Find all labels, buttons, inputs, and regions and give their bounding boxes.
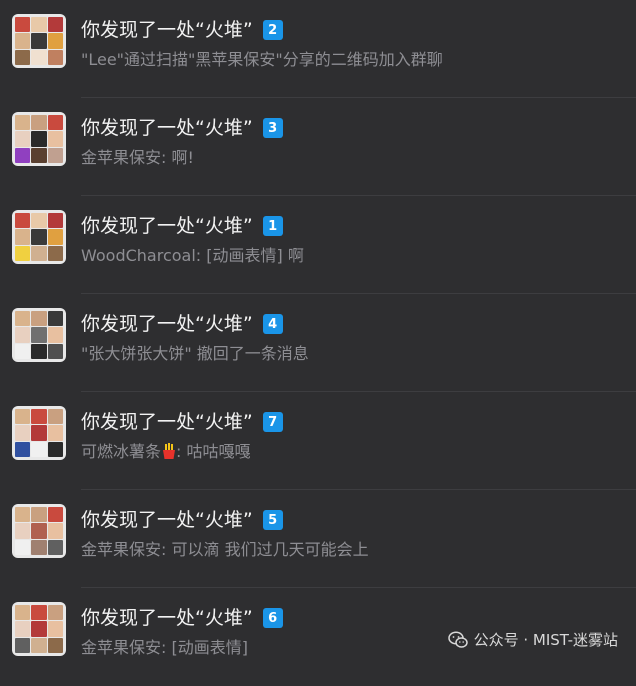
message-preview: 金苹果保安: 啊! xyxy=(81,148,194,167)
unread-badge: 7 xyxy=(262,412,283,432)
group-avatar xyxy=(12,504,66,558)
chat-title: 你发现了一处“火堆” xyxy=(81,509,253,531)
chat-title: 你发现了一处“火堆” xyxy=(81,411,253,433)
unread-badge: 2 xyxy=(262,20,283,40)
group-avatar xyxy=(12,14,66,68)
chat-item-6[interactable]: 你发现了一处“火堆” 5 金苹果保安: 可以滴 我们过几天可能会上 xyxy=(0,490,636,588)
group-avatar xyxy=(12,308,66,362)
wechat-icon xyxy=(447,630,468,648)
chat-list: 你发现了一处“火堆” 2 "Lee"通过扫描"黑苹果保安"分享的二维码加入群聊 … xyxy=(0,0,636,686)
watermark-text: 公众号 · MIST-迷雾站 xyxy=(473,631,618,649)
chat-title: 你发现了一处“火堆” xyxy=(81,607,253,629)
chat-item-3[interactable]: 你发现了一处“火堆” 1 WoodCharcoal: [动画表情] 啊 xyxy=(0,196,636,294)
sender-name: 可燃冰薯条 xyxy=(81,442,162,461)
chat-item-5[interactable]: 你发现了一处“火堆” 7 可燃冰薯条 : 咕咕嘎嘎 xyxy=(0,392,636,490)
group-avatar xyxy=(12,112,66,166)
group-avatar xyxy=(12,602,66,656)
chat-item-4[interactable]: 你发现了一处“火堆” 4 "张大饼张大饼" 撤回了一条消息 xyxy=(0,294,636,392)
chat-item-1[interactable]: 你发现了一处“火堆” 2 "Lee"通过扫描"黑苹果保安"分享的二维码加入群聊 xyxy=(0,0,636,98)
unread-badge: 1 xyxy=(262,216,283,236)
unread-badge: 5 xyxy=(262,510,283,530)
group-avatar xyxy=(12,210,66,264)
message-preview: "张大饼张大饼" 撤回了一条消息 xyxy=(81,344,309,363)
group-avatar xyxy=(12,406,66,460)
fries-emoji xyxy=(163,443,176,459)
message-preview: "Lee"通过扫描"黑苹果保安"分享的二维码加入群聊 xyxy=(81,50,443,69)
message-text: : 咕咕嘎嘎 xyxy=(176,442,251,461)
chat-title: 你发现了一处“火堆” xyxy=(81,19,253,41)
unread-badge: 6 xyxy=(262,608,283,628)
message-preview: 金苹果保安: 可以滴 我们过几天可能会上 xyxy=(81,540,369,559)
unread-badge: 3 xyxy=(262,118,283,138)
chat-title: 你发现了一处“火堆” xyxy=(81,117,253,139)
chat-title: 你发现了一处“火堆” xyxy=(81,313,253,335)
message-preview: 金苹果保安: [动画表情] xyxy=(81,638,248,657)
watermark: 公众号 · MIST-迷雾站 xyxy=(447,629,618,650)
message-preview: WoodCharcoal: [动画表情] 啊 xyxy=(81,246,304,265)
message-preview: 可燃冰薯条 : 咕咕嘎嘎 xyxy=(81,441,251,463)
chat-title: 你发现了一处“火堆” xyxy=(81,215,253,237)
chat-item-2[interactable]: 你发现了一处“火堆” 3 金苹果保安: 啊! xyxy=(0,98,636,196)
unread-badge: 4 xyxy=(262,314,283,334)
